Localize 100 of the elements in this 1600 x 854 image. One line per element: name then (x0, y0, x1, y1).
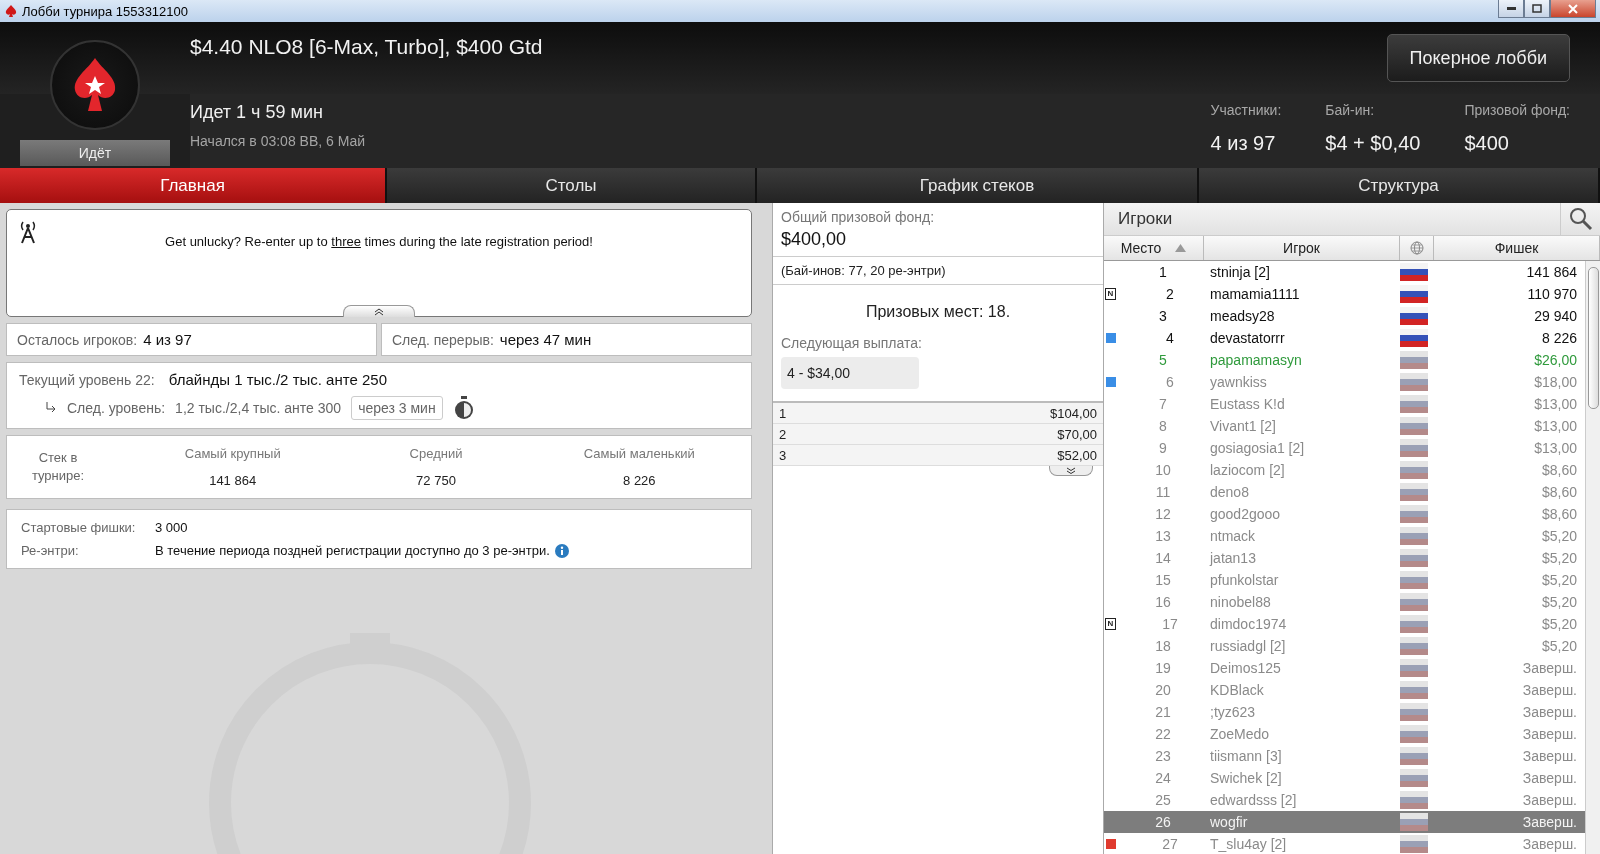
info-label: Ре-энтри: (21, 543, 80, 558)
tab[interactable]: Столы (387, 168, 757, 203)
flag-icon (1400, 681, 1428, 699)
globe-icon (1409, 241, 1424, 255)
player-row[interactable]: 16 ninobel88 $5,20 (1104, 591, 1585, 613)
player-row[interactable]: 24 Swichek [2] Заверш. (1104, 767, 1585, 789)
player-row[interactable]: 5 papamamasyn $26,00 (1104, 349, 1585, 371)
flag-icon (1400, 263, 1428, 281)
player-name: gosiagosia1 [2] (1209, 440, 1306, 456)
flag-icon (1400, 703, 1428, 721)
player-row[interactable]: N 2 mamamia1111 110 970 (1104, 283, 1585, 305)
column-header[interactable]: Место (1104, 236, 1204, 260)
player-row[interactable]: 9 gosiagosia1 [2] $13,00 (1104, 437, 1585, 459)
player-row[interactable]: 4 devastatorrr 8 226 (1104, 327, 1585, 349)
news-message: Get unlucky? Re-enter up to three times during the late registration period! (165, 234, 593, 249)
flag-icon (1400, 373, 1428, 391)
player-chips: $13,00 (1434, 396, 1585, 412)
minimize-button[interactable] (1498, 0, 1524, 18)
player-row[interactable]: 22 ZoeMedo Заверш. (1104, 723, 1585, 745)
maximize-icon (1532, 4, 1542, 13)
player-chips: Заверш. (1434, 792, 1585, 808)
next-level-label: След. уровень: (67, 400, 166, 416)
player-place: 11 (1154, 484, 1172, 500)
player-row[interactable]: 8 Vivant1 [2] $13,00 (1104, 415, 1585, 437)
player-name: wogfir (1209, 814, 1249, 830)
stack-heading: Самый маленький (583, 446, 695, 461)
player-row[interactable]: 20 KDBlack Заверш. (1104, 679, 1585, 701)
player-row[interactable]: 11 deno8 $8,60 (1104, 481, 1585, 503)
player-row[interactable]: 26 wogfir Заверш. (1104, 811, 1585, 833)
tab[interactable]: Структура (1199, 168, 1600, 203)
player-place: 23 (1154, 748, 1172, 764)
elapsed-time: Идет 1 ч 59 мин (190, 102, 324, 123)
flag-icon (1400, 571, 1428, 589)
flag-icon (1400, 835, 1428, 853)
scrollbar-thumb[interactable] (1587, 267, 1599, 409)
player-row[interactable]: 23 tiismann [3] Заверш. (1104, 745, 1585, 767)
player-chips: Заверш. (1434, 682, 1585, 698)
countdown-field: через 3 мин (351, 396, 443, 420)
player-row[interactable]: N 17 dimdoc1974 $5,20 (1104, 613, 1585, 635)
player-row[interactable]: 12 good2gooo $8,60 (1104, 503, 1585, 525)
player-chips: $5,20 (1434, 528, 1585, 544)
player-row[interactable]: 27 T_slu4ay [2] Заверш. (1104, 833, 1585, 854)
flag-icon (1400, 725, 1428, 743)
close-button[interactable] (1550, 0, 1596, 18)
flag-icon (1400, 813, 1428, 831)
stack-value: 72 750 (416, 473, 456, 488)
player-chips: Заверш. (1434, 748, 1585, 764)
player-row[interactable]: 7 Eustass K!d $13,00 (1104, 393, 1585, 415)
stack-label: Стек в турнире: (30, 449, 86, 485)
expand-tab[interactable] (1049, 466, 1093, 476)
player-chips: $5,20 (1434, 572, 1585, 588)
tab[interactable]: График стеков (757, 168, 1199, 203)
flag-icon (1400, 285, 1428, 303)
stat-label: Бай-ин: (1325, 102, 1376, 118)
info-icon[interactable] (554, 543, 569, 558)
player-row[interactable]: 13 ntmack $5,20 (1104, 525, 1585, 547)
player-row[interactable]: 15 pfunkolstar $5,20 (1104, 569, 1585, 591)
tab[interactable]: Главная (0, 168, 387, 203)
flag-icon (1400, 549, 1428, 567)
player-row[interactable]: 10 laziocom [2] $8,60 (1104, 459, 1585, 481)
player-chips: 141 864 (1434, 264, 1585, 280)
column-header[interactable]: Игрок (1204, 236, 1400, 260)
player-row[interactable]: 19 Deimos125 Заверш. (1104, 657, 1585, 679)
player-place: 12 (1154, 506, 1172, 522)
player-chips: Заверш. (1434, 660, 1585, 676)
player-row[interactable]: 21 ;tyz623 Заверш. (1104, 701, 1585, 723)
player-chips: Заверш. (1434, 704, 1585, 720)
player-chips: 29 940 (1434, 308, 1585, 324)
stack-value: 141 864 (209, 473, 257, 488)
column-header[interactable]: Фишек (1434, 236, 1600, 260)
collapse-tab[interactable] (343, 305, 415, 317)
flag-icon (1400, 769, 1428, 787)
player-place: 19 (1154, 660, 1172, 676)
news-link[interactable]: three (331, 234, 361, 249)
player-row[interactable]: 6 yawnkiss $18,00 (1104, 371, 1585, 393)
stack-heading: Средний (409, 446, 463, 461)
player-row[interactable]: 18 russiadgl [2] $5,20 (1104, 635, 1585, 657)
player-name: good2gooo (1209, 506, 1282, 522)
player-name: edwardsss [2] (1209, 792, 1298, 808)
player-row[interactable]: 25 edwardsss [2] Заверш. (1104, 789, 1585, 811)
flag-icon (1400, 307, 1428, 325)
player-name: Swichek [2] (1209, 770, 1283, 786)
player-place: 18 (1154, 638, 1172, 654)
poker-lobby-button[interactable]: Покерное лобби (1386, 34, 1570, 82)
player-chips: Заверш. (1434, 836, 1585, 852)
player-row[interactable]: 14 jatan13 $5,20 (1104, 547, 1585, 569)
maximize-button[interactable] (1524, 0, 1550, 18)
flag-icon (1400, 439, 1428, 457)
player-row[interactable]: 1 stninja [2] 141 864 (1104, 261, 1585, 283)
payout-amount: $52,00 (1057, 447, 1097, 463)
close-icon (1568, 3, 1578, 14)
player-row[interactable]: 3 meadsy28 29 940 (1104, 305, 1585, 327)
player-place: 13 (1154, 528, 1172, 544)
player-name: tiismann [3] (1209, 748, 1283, 764)
next-payout-label: Следующая выплата: (780, 335, 923, 353)
player-place: 25 (1154, 792, 1172, 808)
next-level-value: 1,2 тыс./2,4 тыс. анте 300 (175, 400, 342, 416)
flag-icon (1400, 461, 1428, 479)
stat-value: $4 + $0,40 (1325, 132, 1421, 155)
player-place: 4 (1165, 330, 1175, 346)
